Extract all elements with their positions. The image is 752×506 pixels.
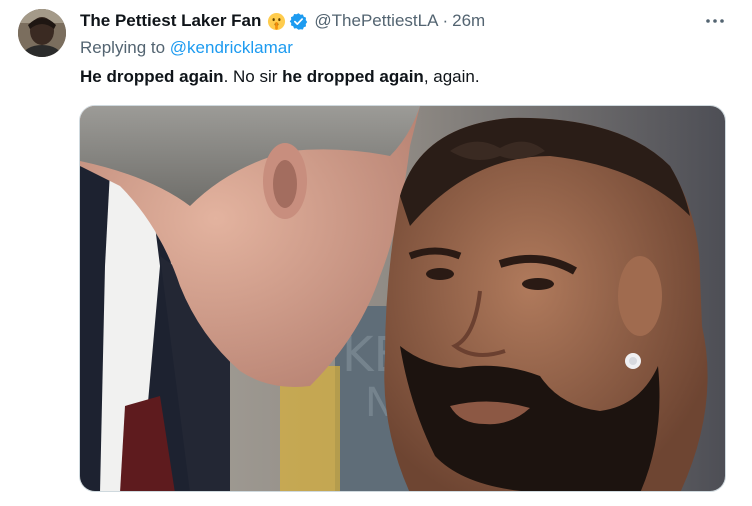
tweet-text-plain-1: . No sir [223, 67, 283, 86]
ellipsis-icon [706, 19, 724, 23]
tweet-text-plain-2: , again. [423, 67, 480, 86]
tweet-media-photo[interactable]: KE N [79, 105, 726, 492]
shushing-face-emoji-icon [267, 12, 286, 31]
photo-image: KE N [80, 106, 725, 491]
avatar[interactable] [18, 9, 66, 57]
tweet-text: He dropped again. No sir he dropped agai… [80, 67, 480, 87]
reply-mention-link[interactable]: @kendricklamar [170, 38, 293, 57]
author-handle[interactable]: @ThePettiestLA [314, 11, 438, 31]
verified-badge-icon[interactable] [289, 12, 308, 31]
author-name[interactable]: The Pettiest Laker Fan [80, 11, 261, 31]
more-options-button[interactable] [698, 8, 732, 34]
reply-context: Replying to @kendricklamar [80, 38, 293, 58]
avatar-image [18, 9, 66, 57]
tweet-header: The Pettiest Laker Fan @ThePettiestLA · … [80, 10, 485, 32]
tweet-text-bold-1: He dropped again [80, 67, 224, 86]
tweet[interactable]: The Pettiest Laker Fan @ThePettiestLA · … [0, 0, 752, 506]
header-separator: · [442, 11, 449, 30]
reply-prefix: Replying to [80, 38, 166, 57]
tweet-text-bold-2: he dropped again [282, 67, 424, 86]
tweet-timestamp[interactable]: 26m [452, 11, 485, 31]
